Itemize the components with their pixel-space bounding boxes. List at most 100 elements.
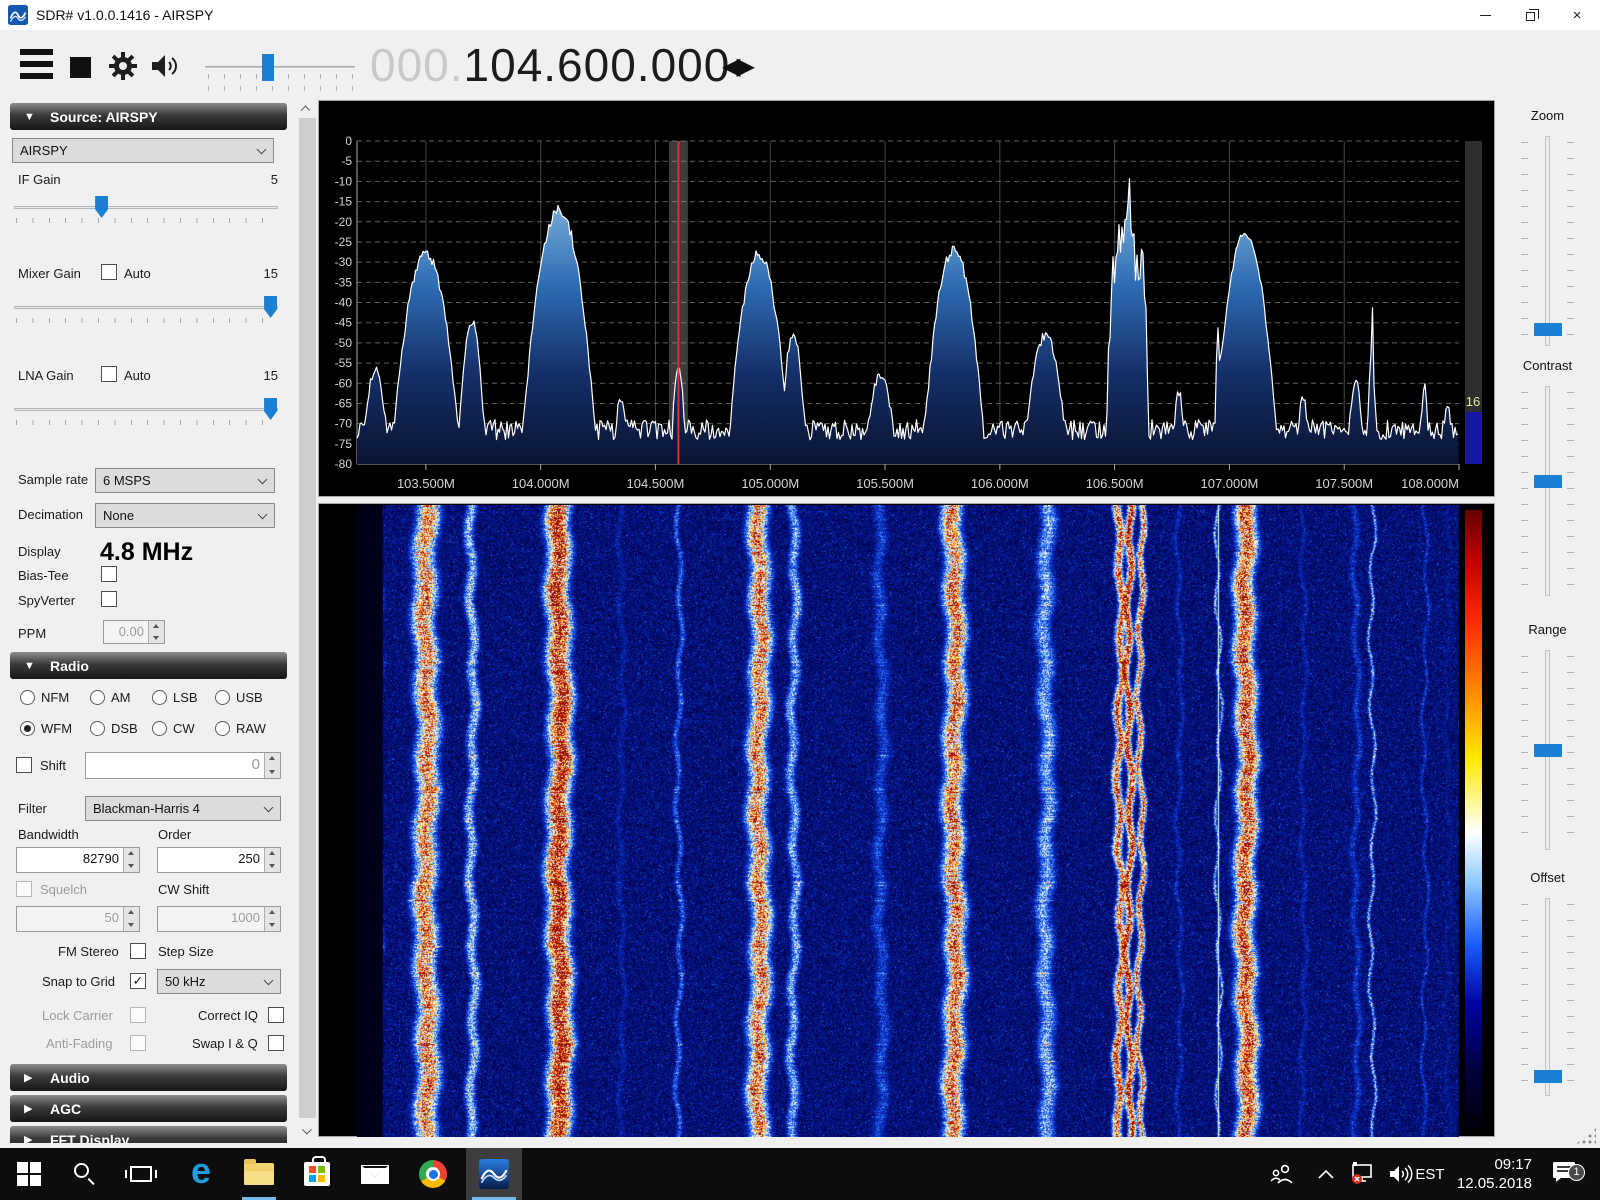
if-gain-slider[interactable] (14, 196, 278, 222)
spinner-down-button[interactable] (149, 632, 164, 643)
mode-radio-wfm[interactable]: WFM (20, 721, 72, 736)
start-button[interactable] (6, 1148, 52, 1200)
squelch-checkbox[interactable] (16, 881, 32, 897)
scrollbar-thumb[interactable] (299, 118, 316, 1118)
task-view-button[interactable] (118, 1148, 164, 1200)
bias-tee-checkbox[interactable] (101, 566, 117, 582)
frequency-display[interactable]: 000.104.600.000 (370, 38, 730, 92)
menu-button[interactable] (20, 49, 53, 79)
mode-radio-am[interactable]: AM (90, 690, 131, 705)
audio-panel-header[interactable]: ▶Audio (10, 1064, 287, 1091)
file-explorer-button[interactable] (236, 1148, 282, 1200)
mixer-gain-value: 15 (264, 266, 278, 281)
range-slider-thumb[interactable] (1534, 744, 1562, 757)
frequency-step-arrows[interactable]: ◀▶ (722, 52, 751, 81)
action-center-button[interactable]: 1 (1540, 1148, 1590, 1200)
signal-meter-bar (1466, 412, 1481, 464)
chevron-down-icon (264, 976, 274, 986)
radio-panel-header[interactable]: ▼ Radio (10, 652, 287, 679)
chrome-button[interactable] (410, 1148, 456, 1200)
speaker-icon[interactable] (150, 52, 184, 85)
mode-radio-usb[interactable]: USB (215, 690, 263, 705)
spinner-up-button[interactable] (124, 907, 139, 919)
stop-button[interactable] (70, 57, 91, 78)
spyverter-checkbox[interactable] (101, 591, 117, 607)
zoom-slider-thumb[interactable] (1534, 323, 1562, 336)
snap-to-grid-checkbox[interactable] (130, 973, 146, 989)
spinner-down-button[interactable] (265, 919, 280, 931)
range-slider[interactable]: Range (1495, 622, 1600, 637)
spinner-down-button[interactable] (124, 860, 139, 872)
store-button[interactable] (294, 1148, 340, 1200)
display-controls-panel: Zoom Contrast Range Offset (1495, 100, 1600, 1143)
mixer-auto-checkbox[interactable] (101, 264, 117, 280)
mode-radio-dsb[interactable]: DSB (90, 721, 138, 736)
shift-checkbox[interactable] (16, 757, 32, 773)
source-panel-header[interactable]: ▼ Source: AIRSPY (10, 103, 287, 130)
if-gain-slider-thumb[interactable] (95, 196, 108, 218)
agc-panel-header[interactable]: ▶AGC (10, 1095, 287, 1122)
fft-display-panel-header[interactable]: ▶FFT Display (10, 1126, 287, 1143)
filter-select[interactable]: Blackman-Harris 4 (85, 796, 281, 821)
minimize-button[interactable] (1462, 0, 1508, 30)
network-tray-button[interactable] (1342, 1148, 1382, 1200)
spinner-up-button[interactable] (124, 848, 139, 860)
step-size-select[interactable]: 50 kHz (157, 969, 281, 994)
ppm-spinner[interactable]: 0.00 (103, 620, 165, 644)
sdrsharp-taskbar-button[interactable] (466, 1148, 522, 1200)
shift-spinner[interactable]: 0 (85, 752, 281, 779)
spinner-up-button[interactable] (265, 753, 280, 766)
anti-fading-checkbox[interactable] (130, 1035, 146, 1051)
spinner-up-button[interactable] (265, 907, 280, 919)
lna-auto-checkbox[interactable] (101, 366, 117, 382)
people-tray-button[interactable] (1262, 1148, 1302, 1200)
lna-gain-slider[interactable] (14, 398, 278, 424)
bandwidth-spinner[interactable]: 82790 (16, 847, 140, 873)
offset-slider[interactable]: Offset (1495, 870, 1600, 885)
volume-slider[interactable] (205, 66, 355, 68)
waterfall-display[interactable] (318, 503, 1495, 1137)
mixer-gain-slider[interactable] (14, 296, 278, 322)
spinner-down-button[interactable] (124, 919, 139, 931)
mode-radio-lsb[interactable]: LSB (152, 690, 198, 705)
mode-radio-cw[interactable]: CW (152, 721, 195, 736)
swap-iq-checkbox[interactable] (268, 1035, 284, 1051)
edge-button[interactable]: e (178, 1148, 224, 1200)
squelch-spinner[interactable]: 50 (16, 906, 140, 932)
spinner-down-button[interactable] (265, 766, 280, 779)
mode-radio-raw[interactable]: RAW (215, 721, 266, 736)
cw-shift-spinner[interactable]: 1000 (157, 906, 281, 932)
contrast-slider[interactable]: Contrast (1495, 358, 1600, 373)
mode-radio-nfm[interactable]: NFM (20, 690, 69, 705)
decimation-select[interactable]: None (95, 503, 275, 528)
order-spinner[interactable]: 250 (157, 847, 281, 873)
waterfall-canvas[interactable] (357, 505, 1459, 1137)
offset-slider-thumb[interactable] (1534, 1070, 1562, 1083)
zoom-slider[interactable]: Zoom (1495, 108, 1600, 123)
spectrum-analyzer[interactable]: 0-5-10-15-20-25-30-35-40-45-50-55-60-65-… (318, 100, 1495, 497)
spinner-up-button[interactable] (149, 621, 164, 632)
settings-gear-icon[interactable] (108, 51, 138, 86)
lna-gain-slider-thumb[interactable] (264, 398, 277, 420)
spinner-down-button[interactable] (265, 860, 280, 872)
close-button[interactable]: × (1554, 0, 1600, 30)
spinner-up-button[interactable] (265, 848, 280, 860)
restore-button[interactable] (1508, 0, 1554, 30)
volume-slider-thumb[interactable] (262, 54, 274, 81)
device-select[interactable]: AIRSPY (12, 138, 274, 163)
tray-expand-button[interactable] (1308, 1148, 1344, 1200)
scroll-up-icon[interactable] (302, 104, 312, 114)
contrast-slider-thumb[interactable] (1534, 475, 1562, 488)
sample-rate-select[interactable]: 6 MSPS (95, 468, 275, 493)
mail-button[interactable] (352, 1148, 398, 1200)
correct-iq-checkbox[interactable] (268, 1007, 284, 1023)
sidebar-scrollbar[interactable] (299, 100, 316, 1143)
scroll-down-icon[interactable] (302, 1129, 312, 1139)
clock[interactable]: 09:17 12.05.2018 (1432, 1148, 1532, 1200)
spectrum-plot[interactable]: 0-5-10-15-20-25-30-35-40-45-50-55-60-65-… (319, 101, 1494, 496)
fm-stereo-checkbox[interactable] (130, 943, 146, 959)
lock-carrier-checkbox[interactable] (130, 1007, 146, 1023)
mixer-gain-slider-thumb[interactable] (264, 296, 277, 318)
search-button[interactable] (62, 1148, 108, 1200)
expand-icon: ▶ (24, 1071, 42, 1084)
